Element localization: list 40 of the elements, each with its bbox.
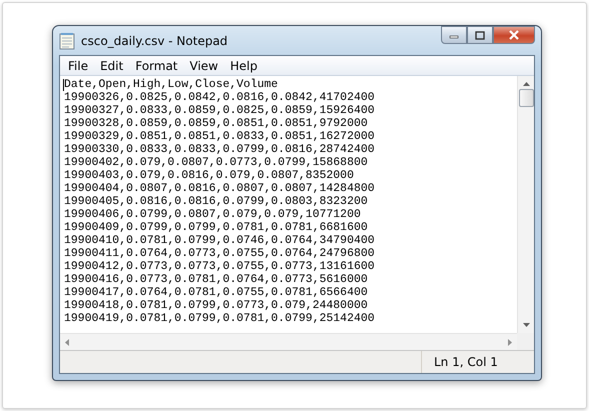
text-line: 19900411,0.0764,0.0773,0.0755,0.0764,24796800 <box>64 247 376 260</box>
menu-item[interactable]: File <box>62 58 94 72</box>
text-line: 19900403,0.079,0.0816,0.079,0.0807,8352000 <box>64 169 355 182</box>
close-icon <box>508 30 520 40</box>
horizontal-scrollbar[interactable] <box>60 333 517 350</box>
text-line: 19900327,0.0833,0.0859,0.0825,0.0859,15926400 <box>64 104 376 117</box>
text-line: 19900417,0.0764,0.0781,0.0755,0.0781,6566400 <box>64 286 369 299</box>
scrollbar-thumb[interactable] <box>518 89 534 107</box>
scroll-down-icon[interactable] <box>522 323 530 328</box>
text-line: 19900402,0.079,0.0807,0.0773,0.0799,15868800 <box>64 156 369 169</box>
menu-item[interactable]: Edit <box>94 58 130 72</box>
text-line: 19900419,0.0781,0.0799,0.0781,0.0799,25142400 <box>64 312 376 325</box>
scroll-up-icon[interactable] <box>522 81 530 86</box>
text-line: 19900328,0.0859,0.0859,0.0851,0.0851,9792000 <box>64 117 369 130</box>
window-title: csco_daily.csv - Notepad <box>81 34 229 48</box>
text-line: 19900409,0.0799,0.0799,0.0781,0.0781,6681600 <box>64 221 369 234</box>
maximize-button[interactable] <box>467 26 493 44</box>
vertical-scrollbar[interactable] <box>517 76 534 333</box>
maximize-icon <box>475 30 485 40</box>
text-line: 19900412,0.0773,0.0773,0.0755,0.0773,13161600 <box>64 260 376 273</box>
text-line: 19900330,0.0833,0.0833,0.0799,0.0816,28742400 <box>64 143 376 156</box>
text-line: 19900418,0.0781,0.0799,0.0773,0.079,24480000 <box>64 299 369 312</box>
menu-item[interactable]: Help <box>224 58 264 72</box>
notepad-icon <box>59 32 75 50</box>
minimize-button[interactable] <box>441 26 467 44</box>
text-caret <box>63 79 64 91</box>
text-line: 19900326,0.0825,0.0842,0.0816,0.0842,41702400 <box>64 91 376 104</box>
scroll-right-icon[interactable] <box>508 338 513 346</box>
text-line: 19900416,0.0773,0.0781,0.0764,0.0773,5616000 <box>64 273 369 286</box>
text-line: 19900405,0.0816,0.0816,0.0799,0.0803,8323200 <box>64 195 369 208</box>
text-line: 19900410,0.0781,0.0799,0.0746,0.0764,34790400 <box>64 234 376 247</box>
menu-item[interactable]: Format <box>129 58 184 72</box>
text-line: 19900404,0.0807,0.0816,0.0807,0.0807,14284800 <box>64 182 376 195</box>
text-line: 19900329,0.0851,0.0851,0.0833,0.0851,16272000 <box>64 130 376 143</box>
scroll-left-icon[interactable] <box>64 338 69 346</box>
text-line: 19900406,0.0799,0.0807,0.079,0.079,10771200 <box>64 208 362 221</box>
cursor-position: Ln 1, Col 1 <box>433 354 499 371</box>
text-line: Date,Open,High,Low,Close,Volume <box>64 78 279 91</box>
close-button[interactable] <box>493 26 535 44</box>
menu-item[interactable]: View <box>184 58 224 72</box>
